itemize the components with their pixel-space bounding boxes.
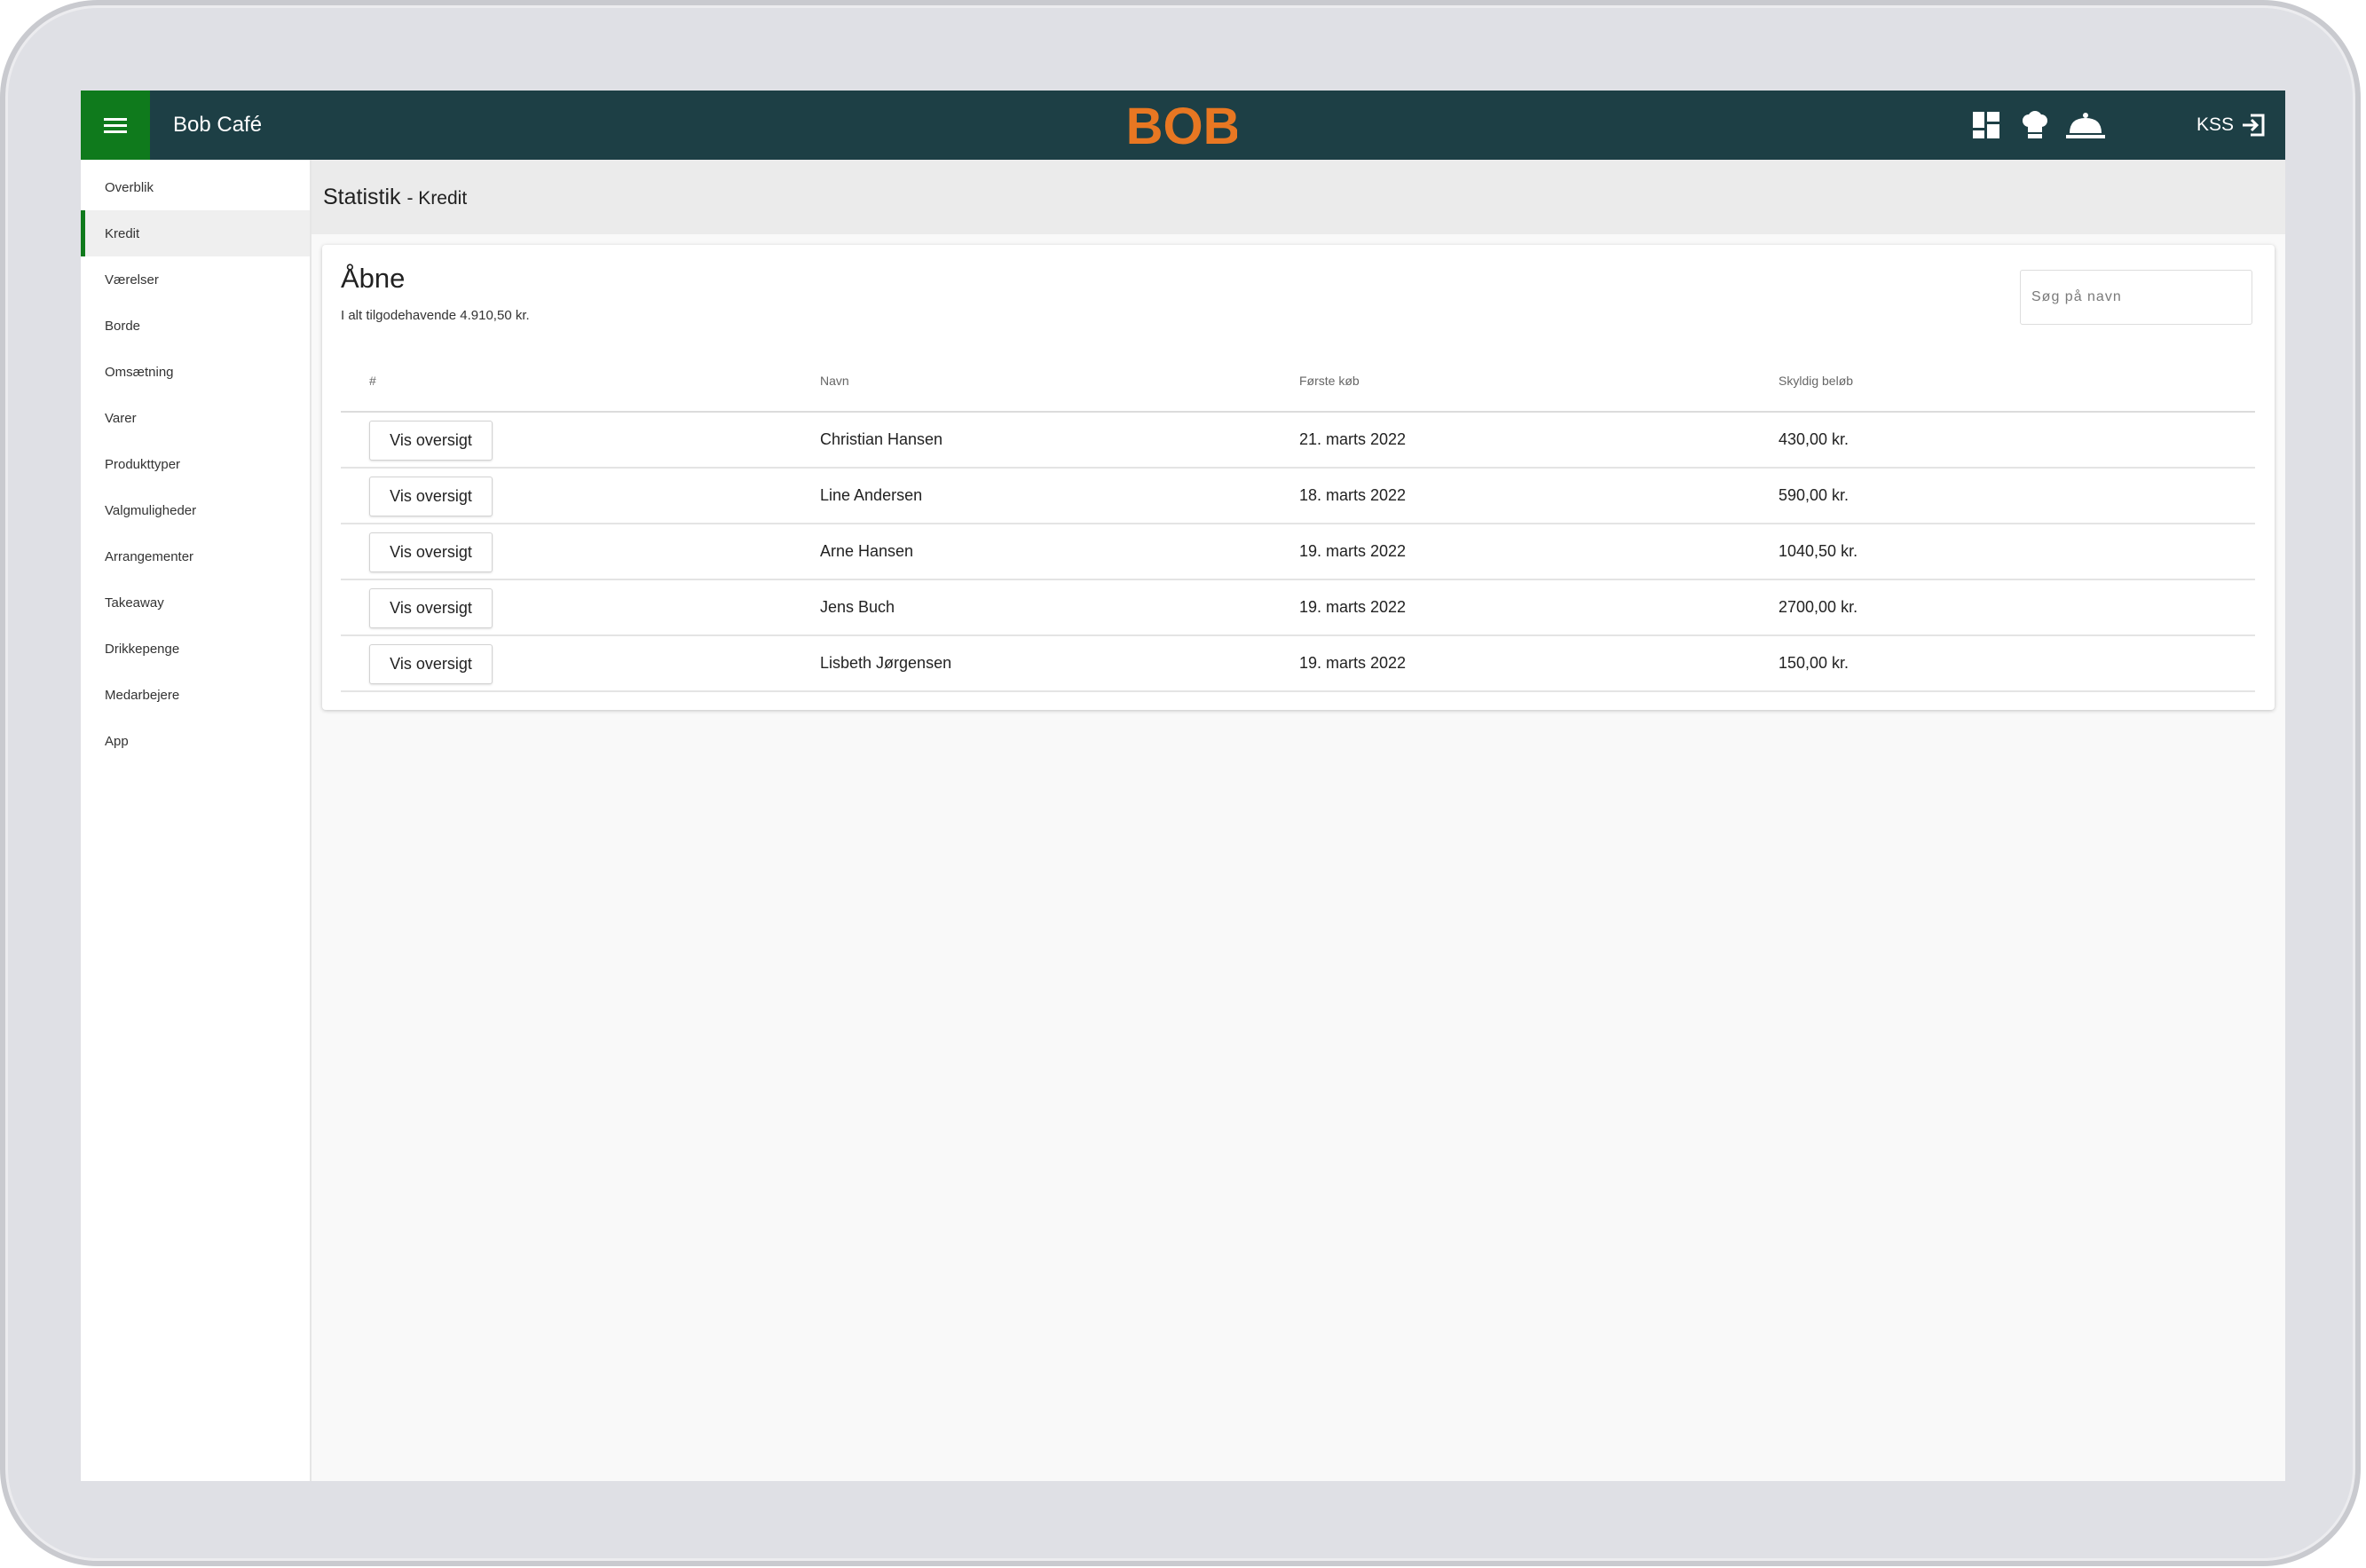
sidebar-item-drikkepenge[interactable]: Drikkepenge bbox=[81, 626, 310, 672]
page-title-sub: - Kredit bbox=[406, 188, 468, 209]
row-first-purchase: 19. marts 2022 bbox=[1299, 542, 1407, 560]
credit-card-panel: Åbne I alt tilgodehavende 4.910,50 kr. #… bbox=[322, 245, 2275, 710]
table-row: Vis oversigt Line Andersen 18. marts 202… bbox=[341, 469, 2255, 524]
page-header: Statistik - Kredit bbox=[312, 160, 2285, 234]
row-first-purchase: 18. marts 2022 bbox=[1299, 486, 1407, 504]
sidebar: Overblik Kredit Værelser Borde Omsætning… bbox=[81, 160, 312, 1481]
sidebar-item-omsaetning[interactable]: Omsætning bbox=[81, 349, 310, 395]
bob-logo[interactable]: BOB bbox=[1129, 99, 1237, 151]
sidebar-item-takeaway[interactable]: Takeaway bbox=[81, 579, 310, 626]
top-bar: Bob Café BOB KSS bbox=[81, 91, 2285, 160]
row-amount: 2700,00 kr. bbox=[1778, 598, 1858, 616]
sidebar-item-app[interactable]: App bbox=[81, 718, 310, 764]
table-row: Vis oversigt Jens Buch 19. marts 2022 27… bbox=[341, 580, 2255, 636]
page-title: Statistik - Kredit bbox=[323, 160, 467, 234]
table-header: # Navn Første køb Skyldig beløb bbox=[341, 351, 2255, 413]
logout-icon bbox=[2243, 114, 2265, 137]
view-overview-button[interactable]: Vis oversigt bbox=[369, 644, 493, 684]
svg-text:BOB: BOB bbox=[1129, 99, 1237, 151]
table-row: Vis oversigt Arne Hansen 19. marts 2022 … bbox=[341, 524, 2255, 580]
menu-button[interactable] bbox=[81, 91, 150, 160]
search-input[interactable] bbox=[2020, 270, 2252, 325]
card-title: Åbne bbox=[341, 263, 406, 294]
sidebar-item-varer[interactable]: Varer bbox=[81, 395, 310, 441]
row-first-purchase: 19. marts 2022 bbox=[1299, 598, 1407, 616]
cloche-icon[interactable] bbox=[2064, 110, 2107, 140]
view-overview-button[interactable]: Vis oversigt bbox=[369, 532, 493, 572]
view-overview-button[interactable]: Vis oversigt bbox=[369, 477, 493, 516]
user-menu[interactable]: KSS bbox=[2196, 91, 2266, 160]
row-name: Arne Hansen bbox=[820, 542, 914, 560]
table-row: Vis oversigt Lisbeth Jørgensen 19. marts… bbox=[341, 636, 2255, 692]
col-header-first-purchase[interactable]: Første køb bbox=[1299, 351, 1360, 411]
row-amount: 430,00 kr. bbox=[1778, 430, 1849, 448]
row-name: Christian Hansen bbox=[820, 430, 943, 448]
hamburger-icon bbox=[104, 118, 127, 133]
page-title-main: Statistik bbox=[323, 185, 401, 209]
sidebar-item-kredit[interactable]: Kredit bbox=[81, 210, 310, 256]
sidebar-item-borde[interactable]: Borde bbox=[81, 303, 310, 349]
table-row: Vis oversigt Christian Hansen 21. marts … bbox=[341, 413, 2255, 469]
row-name: Line Andersen bbox=[820, 486, 923, 504]
dashboard-icon[interactable] bbox=[1971, 110, 2001, 140]
sidebar-item-medarbejere[interactable]: Medarbejere bbox=[81, 672, 310, 718]
credit-table: # Navn Første køb Skyldig beløb Vis over… bbox=[341, 351, 2255, 692]
row-first-purchase: 21. marts 2022 bbox=[1299, 430, 1407, 448]
view-overview-button[interactable]: Vis oversigt bbox=[369, 421, 493, 461]
sidebar-item-produkttyper[interactable]: Produkttyper bbox=[81, 441, 310, 487]
sidebar-item-overblik[interactable]: Overblik bbox=[81, 164, 310, 210]
col-header-name[interactable]: Navn bbox=[820, 351, 849, 411]
chef-hat-icon[interactable] bbox=[2019, 110, 2051, 140]
sidebar-item-valgmuligheder[interactable]: Valgmuligheder bbox=[81, 487, 310, 533]
app-title: Bob Café bbox=[173, 113, 263, 137]
view-overview-button[interactable]: Vis oversigt bbox=[369, 588, 493, 628]
sidebar-item-vaerelser[interactable]: Værelser bbox=[81, 256, 310, 303]
col-header-amount[interactable]: Skyldig beløb bbox=[1778, 351, 1853, 411]
col-header-number: # bbox=[369, 374, 376, 388]
row-name: Jens Buch bbox=[820, 598, 895, 616]
row-first-purchase: 19. marts 2022 bbox=[1299, 654, 1407, 672]
row-amount: 150,00 kr. bbox=[1778, 654, 1849, 672]
sidebar-item-arrangementer[interactable]: Arrangementer bbox=[81, 533, 310, 579]
app-screen: Bob Café BOB KSS Overblik Kredit Værelse… bbox=[81, 91, 2285, 1481]
total-outstanding: I alt tilgodehavende 4.910,50 kr. bbox=[341, 308, 530, 323]
row-name: Lisbeth Jørgensen bbox=[820, 654, 952, 672]
row-amount: 590,00 kr. bbox=[1778, 486, 1849, 504]
user-initials: KSS bbox=[2196, 114, 2234, 135]
row-amount: 1040,50 kr. bbox=[1778, 542, 1858, 560]
